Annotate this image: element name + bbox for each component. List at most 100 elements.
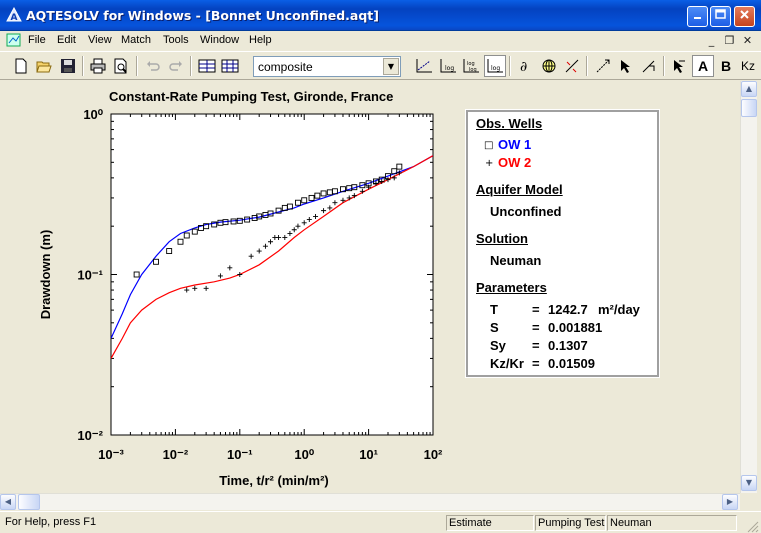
derivative-button[interactable]: ∂ [514, 55, 536, 77]
loglog-plot-button[interactable]: log [484, 55, 506, 77]
undo-icon [147, 61, 160, 71]
y-axis-label: Drawdown (m) [38, 230, 53, 320]
svg-text:log: log [491, 65, 500, 72]
type-a-button[interactable]: A [692, 55, 714, 77]
mdi-minimize-button[interactable]: _ [704, 33, 719, 48]
toolbar-separator [190, 56, 192, 76]
param-unit: m²/day [598, 302, 640, 317]
param-eq: = [532, 320, 540, 335]
toolbar: composite ▼ log log log log ∂ A B Kz [0, 51, 761, 80]
scroll-down-icon[interactable]: ▼ [741, 475, 757, 491]
loglog-plot-icon: log [487, 59, 503, 73]
scroll-right-icon[interactable]: ▶ [722, 494, 738, 510]
type-b-button[interactable]: B [715, 55, 737, 77]
new-button[interactable] [10, 55, 32, 77]
param-name: Sy [490, 338, 506, 353]
save-button[interactable] [57, 55, 79, 77]
toolbar-separator [82, 56, 84, 76]
obs-wells-heading: Obs. Wells [476, 116, 543, 131]
semilog-plot-icon: log [440, 59, 456, 73]
kz-label: Kz [741, 59, 756, 73]
menu-match[interactable]: Match [121, 34, 151, 46]
menu-view[interactable]: View [88, 34, 112, 46]
minimize-button[interactable] [687, 6, 708, 27]
menu-window[interactable]: Window [200, 34, 239, 46]
plot-area [110, 113, 434, 436]
auto-match-icon [596, 59, 610, 73]
table-button[interactable] [196, 55, 218, 77]
solution-value: Neuman [490, 253, 542, 268]
svg-text:∂: ∂ [520, 59, 527, 74]
kz-button[interactable]: Kz [738, 55, 761, 77]
match-curve-icon [565, 59, 579, 73]
menu-edit[interactable]: Edit [57, 34, 76, 46]
horizontal-scrollbar[interactable]: ◀ ▶ [0, 493, 740, 510]
param-name: Kz/Kr [490, 356, 524, 371]
resize-grip-icon[interactable] [746, 520, 759, 533]
log-plot-icon: loglog [463, 59, 479, 73]
globe-button[interactable] [538, 55, 560, 77]
auto-match-button[interactable] [592, 55, 614, 77]
param-name: S [490, 320, 499, 335]
type-b-label: B [720, 58, 732, 74]
vertical-scrollbar[interactable]: ▲ ▼ [740, 81, 757, 493]
status-bar: For Help, press F1 Estimate Pumping Test… [0, 511, 761, 533]
match-button[interactable] [561, 55, 583, 77]
redo-button[interactable] [165, 55, 187, 77]
partial-derivative-icon: ∂ [520, 59, 527, 74]
linear-plot-icon [416, 59, 432, 73]
maximize-button[interactable] [710, 6, 731, 27]
toolbar-separator [509, 56, 511, 76]
toolbar-separator [136, 56, 138, 76]
scroll-up-icon[interactable]: ▲ [741, 81, 757, 97]
plot-type-select[interactable]: composite ▼ [253, 56, 401, 77]
status-solution: Neuman [607, 515, 737, 531]
mdi-close-button[interactable]: ✕ [740, 33, 755, 48]
parameters-heading: Parameters [476, 280, 547, 295]
undo-button[interactable] [142, 55, 164, 77]
open-button[interactable] [33, 55, 55, 77]
table-alt-button[interactable] [219, 55, 241, 77]
title-bar: A AQTESOLV for Windows - [Bonnet Unconfi… [0, 0, 761, 31]
pointer-button[interactable] [615, 55, 637, 77]
grid-table-icon [198, 59, 216, 73]
print-button[interactable] [87, 55, 109, 77]
window-title: AQTESOLV for Windows - [Bonnet Unconfine… [26, 8, 379, 23]
status-help-text: For Help, press F1 [5, 516, 97, 528]
linear-plot-button[interactable] [413, 55, 435, 77]
vertical-scroll-thumb[interactable] [741, 99, 757, 117]
mdi-restore-button[interactable]: ❐ [722, 33, 737, 48]
aquifer-model-value: Unconfined [490, 204, 562, 219]
type-curve-button[interactable] [668, 55, 690, 77]
x-tick-label: 10⁻¹ [227, 447, 253, 462]
maximize-icon [715, 9, 726, 19]
svg-text:A: A [11, 13, 18, 23]
pointer-arrow-icon [621, 60, 630, 73]
semilog-plot-button[interactable]: log [437, 55, 459, 77]
x-tick-label: 10⁰ [294, 447, 314, 462]
plot-type-value: composite [258, 60, 313, 74]
param-value: 1242.7 [548, 302, 588, 317]
horizontal-scroll-thumb[interactable] [18, 494, 40, 510]
menu-help[interactable]: Help [249, 34, 272, 46]
close-button[interactable] [734, 6, 755, 27]
x-tick-label: 10² [424, 447, 443, 462]
globe-icon [542, 59, 556, 73]
open-folder-icon [36, 61, 52, 73]
y-tick-label: 10⁰ [83, 107, 103, 122]
log-plot-button[interactable]: log log [460, 55, 482, 77]
visual-match-button[interactable] [638, 55, 660, 77]
scroll-left-icon[interactable]: ◀ [0, 494, 16, 510]
chevron-down-icon[interactable]: ▼ [383, 58, 399, 75]
menu-file[interactable]: File [28, 34, 46, 46]
status-test-type: Pumping Test [535, 515, 606, 531]
y-tick-label: 10⁻¹ [77, 268, 103, 283]
print-preview-button[interactable] [110, 55, 132, 77]
legend-panel: Obs. Wells □ OW 1 + OW 2 Aquifer Model U… [465, 109, 660, 378]
menu-tools[interactable]: Tools [163, 34, 189, 46]
document-icon [6, 33, 21, 47]
hand-match-icon [642, 60, 655, 73]
grid-list-icon [221, 59, 239, 73]
toolbar-separator [663, 56, 665, 76]
x-tick-label: 10¹ [359, 447, 378, 462]
